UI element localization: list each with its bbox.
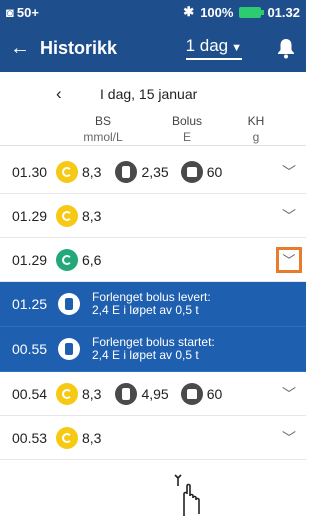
chevron-down-icon[interactable]: ﹀ [282, 384, 296, 404]
bolus-icon [58, 338, 80, 360]
app-bar: ← Historikk 1 dag ▼ [0, 24, 306, 72]
bs-icon [56, 248, 78, 271]
back-arrow-icon[interactable]: ← [10, 37, 40, 60]
battery-icon [239, 6, 265, 18]
carbs-icon [180, 382, 203, 405]
page-title: Historikk [40, 37, 118, 58]
column-bolus: Bolus E [171, 114, 203, 144]
bolus-event-row: 01.25 Forlenget bolus levert: 2,4 E i lø… [0, 282, 306, 327]
history-row[interactable]: 01.30 8,3 2,35 60 ﹀ [0, 150, 306, 194]
bell-icon[interactable] [276, 37, 296, 59]
range-label: 1 dag [185, 36, 229, 55]
clock: 01.32 [267, 4, 300, 20]
bs-icon [56, 160, 78, 183]
carbs-icon [180, 160, 203, 183]
range-dropdown[interactable]: 1 dag ▼ [185, 36, 242, 60]
history-row[interactable]: 01.29 6,6 ﹀ [0, 238, 306, 282]
bolus-event-row: 00.55 Forlenget bolus startet: 2,4 E i l… [0, 327, 306, 372]
status-left-text: 50+ [16, 4, 39, 20]
history-list: 01.30 8,3 2,35 60 ﹀ 01.29 8,3 ﹀ 01.29 6,… [0, 150, 306, 460]
history-row[interactable]: 01.29 8,3 ﹀ [0, 194, 306, 238]
bolus-icon [58, 293, 80, 315]
date-label: I dag, 15 januar [100, 86, 198, 102]
bluetooth-icon: ✱ [183, 4, 195, 19]
bolus-icon [115, 382, 138, 405]
bs-icon [56, 382, 78, 405]
chevron-down-icon[interactable]: ﹀ [282, 206, 296, 226]
previous-day-icon[interactable]: ‹ [56, 84, 62, 104]
status-right: ✱ 100% 01.32 [183, 4, 300, 20]
status-left: ◙ 50+ [6, 5, 39, 20]
column-kh: KH g [247, 114, 265, 144]
bs-icon [56, 426, 78, 449]
scroll-hand-gesture-icon [160, 474, 220, 516]
chevron-down-icon[interactable]: ﹀ [282, 162, 296, 182]
chevron-down-icon[interactable]: ﹀ [282, 428, 296, 448]
battery-percent: 100% [200, 4, 234, 20]
chevron-down-icon-highlighted[interactable]: ﹀ [276, 246, 302, 273]
date-navigator: ‹ I dag, 15 januar BS mmol/L Bolus E KH … [0, 72, 306, 146]
status-bar: ◙ 50+ ✱ 100% 01.32 [0, 0, 306, 24]
bs-icon [56, 204, 78, 227]
bolus-icon [115, 160, 138, 183]
history-row[interactable]: 00.53 8,3 ﹀ [0, 416, 306, 460]
column-bs: BS mmol/L [83, 114, 123, 144]
history-row[interactable]: 00.54 8,3 4,95 60 ﹀ [0, 372, 306, 416]
notification-icon: ◙ [6, 4, 14, 20]
caret-down-icon: ▼ [231, 42, 242, 54]
